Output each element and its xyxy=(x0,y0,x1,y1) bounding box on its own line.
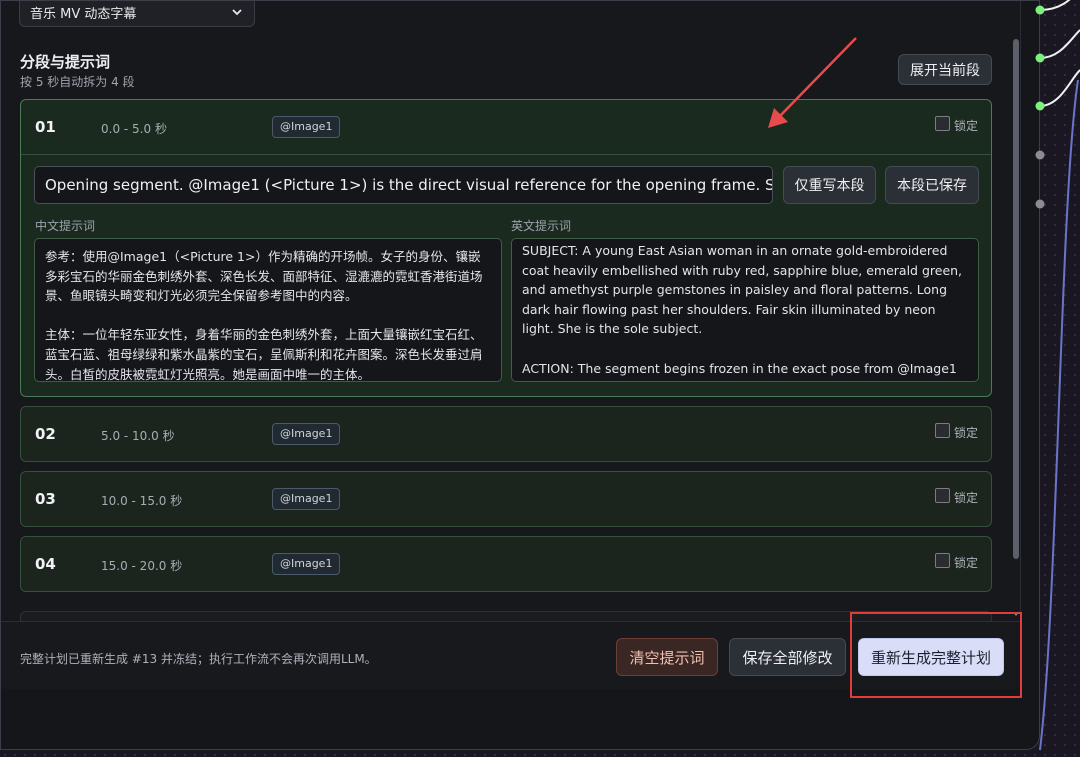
en-prompt-textarea[interactable]: SUBJECT: A young East Asian woman in an … xyxy=(511,238,979,382)
segment-time: 15.0 - 20.0 秒 xyxy=(101,559,183,573)
zh-prompt-textarea[interactable]: 参考：使用@Image1（<Picture 1>）作为精确的开场帧。女子的身份、… xyxy=(34,238,502,382)
image-tag[interactable]: @Image1 xyxy=(272,116,341,138)
zh-prompt-para: 参考：使用@Image1（<Picture 1>）作为精确的开场帧。女子的身份、… xyxy=(45,249,483,304)
save-all-button[interactable]: 保存全部修改 xyxy=(729,638,846,676)
status-text: 完整计划已重新生成 #13 并冻结；执行工作流不会再次调用LLM。 xyxy=(20,652,377,666)
segment-number: 04 xyxy=(35,555,56,573)
segment-header[interactable]: 01 0.0 - 5.0 秒 @Image1 锁定 xyxy=(21,100,991,154)
node-port-icon xyxy=(1035,199,1045,209)
lock-toggle[interactable]: 锁定 xyxy=(934,423,978,441)
node-graph-edges xyxy=(1035,0,1080,751)
lock-checkbox[interactable] xyxy=(934,488,950,503)
plan-content: 音乐 MV 动态字幕 分段与提示词 按 5 秒自动拆为 4 段 展开当前段 01… xyxy=(1,1,1021,689)
lock-checkbox[interactable] xyxy=(934,553,950,568)
lock-toggle[interactable]: 锁定 xyxy=(934,488,978,506)
lock-label: 锁定 xyxy=(953,491,978,505)
segment-time: 5.0 - 10.0 秒 xyxy=(101,429,175,443)
segment-02[interactable]: 02 5.0 - 10.0 秒 @Image1 锁定 xyxy=(20,406,992,462)
image-tag[interactable]: @Image1 xyxy=(272,423,341,445)
en-prompt-para: ACTION: The segment begins frozen in the… xyxy=(522,360,957,381)
segment-time: 0.0 - 5.0 秒 xyxy=(101,122,167,136)
segment-04[interactable]: 04 15.0 - 20.0 秒 @Image1 锁定 xyxy=(20,536,992,592)
segment-03[interactable]: 03 10.0 - 15.0 秒 @Image1 锁定 xyxy=(20,471,992,527)
segment-summary-input[interactable]: Opening segment. @Image1 (<Picture 1>) i… xyxy=(34,166,773,204)
segment-number: 03 xyxy=(35,490,56,508)
lock-checkbox[interactable] xyxy=(934,116,950,131)
image-tag[interactable]: @Image1 xyxy=(272,488,341,510)
segment-body: Opening segment. @Image1 (<Picture 1>) i… xyxy=(21,154,991,397)
lock-label: 锁定 xyxy=(953,556,978,570)
node-port-icon xyxy=(1035,53,1045,63)
segment-time: 10.0 - 15.0 秒 xyxy=(101,494,183,508)
chevron-down-icon xyxy=(232,9,242,16)
lock-label: 锁定 xyxy=(953,119,978,133)
mode-select-value: 音乐 MV 动态字幕 xyxy=(30,6,137,22)
node-port-icon xyxy=(1035,5,1045,15)
lock-checkbox[interactable] xyxy=(934,423,950,438)
scrollbar-thumb[interactable] xyxy=(1013,39,1019,559)
section-subtitle: 按 5 秒自动拆为 4 段 xyxy=(20,75,135,89)
lock-toggle[interactable]: 锁定 xyxy=(934,116,978,134)
segment-number: 01 xyxy=(35,118,56,136)
rewrite-segment-button[interactable]: 仅重写本段 xyxy=(783,166,876,204)
expand-current-button[interactable]: 展开当前段 xyxy=(898,54,992,85)
lock-toggle[interactable]: 锁定 xyxy=(934,553,978,571)
node-port-icon xyxy=(1035,101,1045,111)
segment-number: 02 xyxy=(35,425,56,443)
en-prompt-label: 英文提示词 xyxy=(511,219,572,233)
lock-label: 锁定 xyxy=(953,426,978,440)
highlight-box xyxy=(850,612,1022,698)
section-title: 分段与提示词 xyxy=(20,53,111,71)
en-prompt-para: SUBJECT: A young East Asian woman in an … xyxy=(522,243,967,337)
segment-saved-button[interactable]: 本段已保存 xyxy=(885,166,979,204)
zh-prompt-para: 主体：一位年轻东亚女性，身着华丽的金色刺绣外套，上面大量镶嵌红宝石红、蓝宝石蓝、… xyxy=(45,327,483,382)
mode-select[interactable]: 音乐 MV 动态字幕 xyxy=(19,1,255,27)
clear-prompts-button[interactable]: 清空提示词 xyxy=(616,638,718,676)
segment-01: 01 0.0 - 5.0 秒 @Image1 锁定 Opening segmen… xyxy=(20,99,992,397)
image-tag[interactable]: @Image1 xyxy=(272,553,341,575)
zh-prompt-label: 中文提示词 xyxy=(35,219,96,233)
node-port-icon xyxy=(1035,150,1045,160)
